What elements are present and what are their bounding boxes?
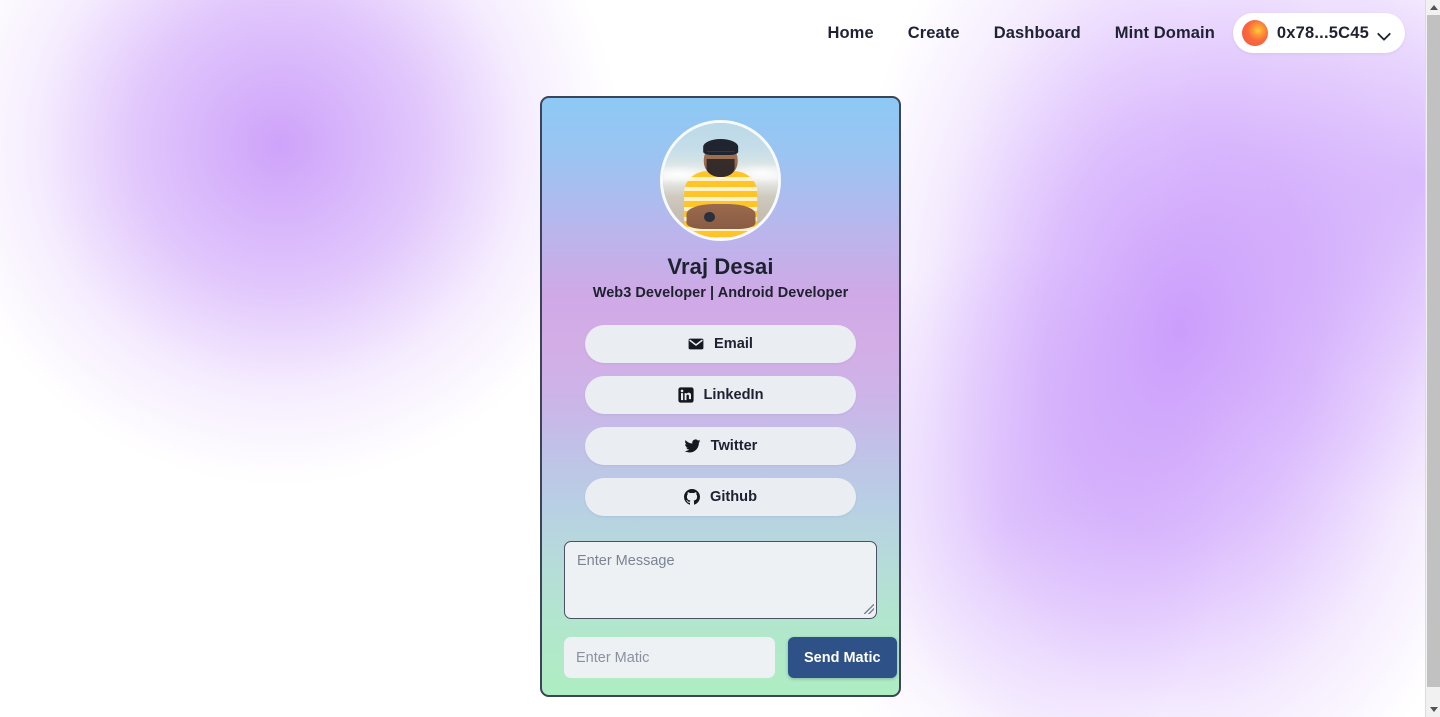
photo-beard	[706, 158, 735, 178]
chevron-down-icon	[1378, 27, 1391, 40]
social-button-linkedin[interactable]: LinkedIn	[585, 376, 856, 414]
social-button-github[interactable]: Github	[585, 478, 856, 516]
message-field-wrapper	[564, 541, 877, 619]
scrollbar-thumb[interactable]	[1427, 15, 1440, 687]
vertical-scrollbar[interactable]	[1425, 0, 1440, 717]
send-matic-button[interactable]: Send Matic	[788, 637, 897, 678]
social-button-label: Twitter	[710, 438, 758, 454]
page-title: Vraj Desai	[667, 254, 774, 279]
nav-link-create[interactable]: Create	[908, 24, 960, 43]
github-icon	[683, 489, 700, 505]
message-input[interactable]	[564, 541, 877, 619]
profile-tagline: Web3 Developer | Android Developer	[592, 285, 849, 301]
nav-link-mint-domain[interactable]: Mint Domain	[1115, 24, 1215, 43]
social-button-email[interactable]: Email	[585, 325, 856, 363]
social-button-label: Github	[709, 489, 757, 505]
social-button-label: Email	[714, 336, 753, 352]
send-matic-row: Send Matic	[564, 637, 897, 678]
photo-arms	[686, 203, 755, 229]
profile-card: Vraj Desai Web3 Developer | Android Deve…	[540, 96, 901, 697]
social-button-twitter[interactable]: Twitter	[585, 427, 856, 465]
envelope-icon	[688, 336, 704, 352]
wallet-address-button[interactable]: 0x78...5C45	[1232, 13, 1405, 53]
top-navbar: Home Create Dashboard Mint Domain 0x78..…	[0, 0, 1426, 66]
linkedin-icon	[677, 387, 694, 403]
scrollbar-up-arrow-icon[interactable]	[1426, 0, 1440, 15]
photo-glasses	[706, 151, 735, 157]
social-links-list: Email LinkedIn Twitter Github	[542, 325, 899, 516]
nav-link-dashboard[interactable]: Dashboard	[994, 24, 1081, 43]
profile-photo	[663, 123, 778, 238]
matic-amount-input[interactable]	[564, 637, 775, 678]
nav-link-home[interactable]: Home	[827, 24, 873, 43]
photo-watch	[704, 211, 715, 222]
social-button-label: LinkedIn	[703, 387, 764, 403]
avatar	[660, 120, 781, 241]
wallet-avatar-icon	[1241, 20, 1268, 46]
twitter-icon	[684, 438, 701, 454]
wallet-address-label: 0x78...5C45	[1276, 23, 1369, 42]
scrollbar-down-arrow-icon[interactable]	[1426, 702, 1440, 717]
